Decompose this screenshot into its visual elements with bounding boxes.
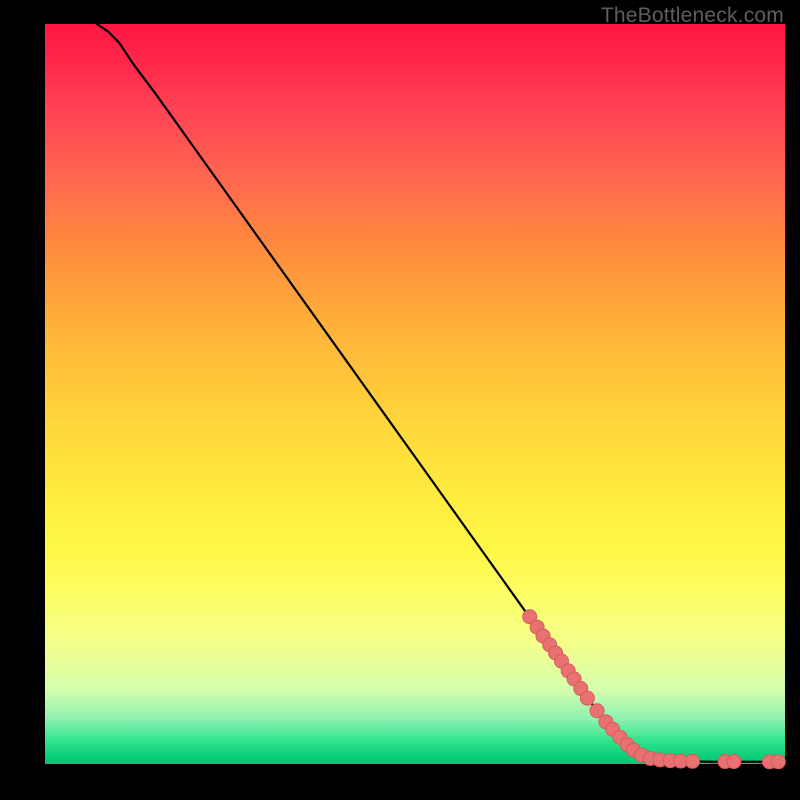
scatter-markers	[523, 610, 786, 769]
scatter-point	[580, 691, 594, 705]
chart-plot-area	[45, 24, 785, 764]
chart-frame: TheBottleneck.com	[0, 0, 800, 800]
scatter-point	[727, 755, 741, 769]
curve-line	[97, 24, 785, 762]
scatter-point	[771, 755, 785, 769]
chart-svg	[45, 24, 785, 764]
scatter-point	[686, 754, 700, 768]
watermark-text: TheBottleneck.com	[601, 4, 784, 28]
